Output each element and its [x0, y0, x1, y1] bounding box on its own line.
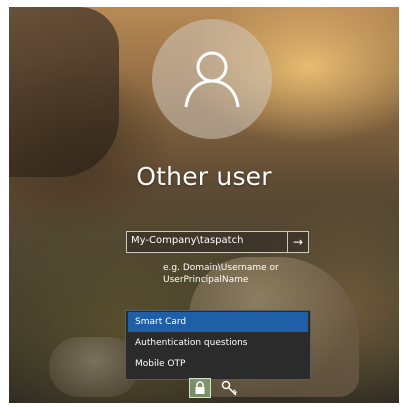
- signin-option-lock[interactable]: [189, 378, 211, 398]
- option-authentication-questions[interactable]: Authentication questions: [128, 333, 308, 353]
- user-icon: [184, 51, 240, 108]
- user-name-title: Other user: [136, 162, 272, 191]
- background-rock: [9, 7, 119, 177]
- lock-screen-background: Other user My-Company\taspatch → e.g. Do…: [9, 7, 399, 403]
- submit-button[interactable]: →: [287, 232, 308, 252]
- user-avatar: [152, 19, 272, 139]
- username-value[interactable]: My-Company\taspatch: [131, 235, 243, 246]
- signin-options-menu: Smart Card Authentication questions Mobi…: [125, 310, 311, 380]
- arrow-right-icon[interactable]: →: [293, 235, 303, 249]
- signin-option-key[interactable]: [219, 378, 241, 398]
- username-hint: e.g. Domain\Username or UserPrincipalNam…: [163, 263, 279, 285]
- key-icon[interactable]: [221, 380, 239, 396]
- username-input[interactable]: My-Company\taspatch →: [126, 231, 309, 253]
- lock-icon[interactable]: [194, 381, 206, 395]
- option-mobile-otp[interactable]: Mobile OTP: [128, 354, 308, 374]
- option-smart-card[interactable]: Smart Card: [128, 312, 308, 332]
